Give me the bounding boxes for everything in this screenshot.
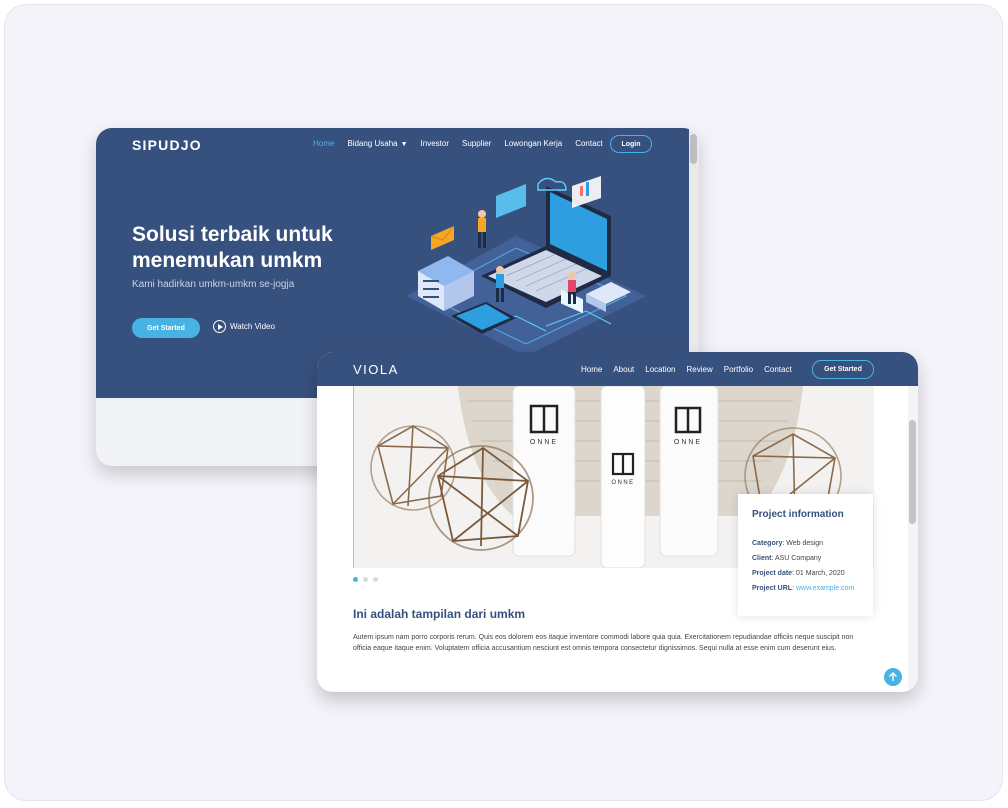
nav-lowongan-kerja[interactable]: Lowongan Kerja: [504, 139, 562, 148]
brand-label: ONNE: [674, 439, 702, 446]
viola-nav: Home About Location Review Portfolio Con…: [581, 365, 792, 374]
bottle-middle: ONNE: [600, 386, 646, 568]
watch-video-label: Watch Video: [230, 322, 275, 331]
chevron-down-icon: ▼: [400, 141, 408, 148]
get-started-button[interactable]: Get Started: [132, 318, 200, 338]
viola-scrollbar[interactable]: [908, 386, 918, 692]
viola-screenshot-card: VIOLA Home About Location Review Portfol…: [317, 352, 918, 692]
brand-label: ONNE: [530, 439, 558, 446]
sipudjo-logo[interactable]: SIPUDJO: [132, 137, 202, 153]
project-url-link[interactable]: www.example.com: [796, 585, 854, 592]
viola-header: VIOLA Home About Location Review Portfol…: [317, 352, 918, 386]
section-body-text: Autem ipsum nam porro corporis rerum. Qu…: [353, 634, 854, 652]
project-info-title: Project information: [752, 509, 844, 520]
login-button[interactable]: Login: [610, 135, 652, 153]
project-info-card: Project information Category: Web design…: [738, 494, 873, 616]
info-date: Project date: 01 March, 2020: [752, 570, 845, 577]
carousel-dot[interactable]: [373, 577, 378, 582]
isometric-illustration: [406, 176, 646, 356]
carousel-dot[interactable]: [363, 577, 368, 582]
viola-logo[interactable]: VIOLA: [353, 362, 399, 377]
brand-label: ONNE: [611, 480, 634, 486]
nav-home[interactable]: Home: [581, 365, 602, 374]
carousel-dot[interactable]: [353, 577, 358, 582]
section-heading: Ini adalah tampilan dari umkm: [353, 607, 526, 621]
watch-video-button[interactable]: Watch Video: [213, 320, 275, 333]
scrollbar-thumb[interactable]: [909, 420, 916, 524]
scrollbar-thumb[interactable]: [690, 134, 697, 164]
back-to-top-button[interactable]: [884, 668, 902, 686]
play-icon: [213, 320, 226, 333]
nav-bidang-usaha-label: Bidang Usaha: [347, 139, 398, 148]
arrow-up-icon: [889, 672, 897, 681]
nav-supplier[interactable]: Supplier: [462, 139, 491, 148]
nav-home[interactable]: Home: [313, 139, 334, 148]
info-client: Client: ASU Company: [752, 555, 822, 562]
get-started-button[interactable]: Get Started: [812, 360, 874, 379]
nav-contact[interactable]: Contact: [764, 365, 792, 374]
nav-contact[interactable]: Contact: [575, 139, 603, 148]
sipudjo-nav: Home Bidang Usaha ▼ Investor Supplier Low…: [313, 139, 603, 148]
carousel-dots: [353, 577, 378, 582]
info-category: Category: Web design: [752, 540, 824, 547]
hero-subtitle: Kami hadirkan umkm-umkm se-jogja: [132, 279, 295, 290]
nav-portfolio[interactable]: Portfolio: [724, 365, 753, 374]
info-url: Project URL: www.example.com: [752, 585, 855, 592]
nav-review[interactable]: Review: [687, 365, 713, 374]
nav-about[interactable]: About: [613, 365, 634, 374]
bottle-right: ONNE: [659, 386, 719, 557]
nav-investor[interactable]: Investor: [421, 139, 449, 148]
showcase-canvas: SIPUDJO Home Bidang Usaha ▼ Investor Supp…: [4, 4, 1003, 801]
nav-bidang-usaha[interactable]: Bidang Usaha ▼: [347, 139, 407, 148]
hero-title: Solusi terbaik untuk menemukan umkm: [132, 223, 333, 272]
nav-location[interactable]: Location: [645, 365, 675, 374]
